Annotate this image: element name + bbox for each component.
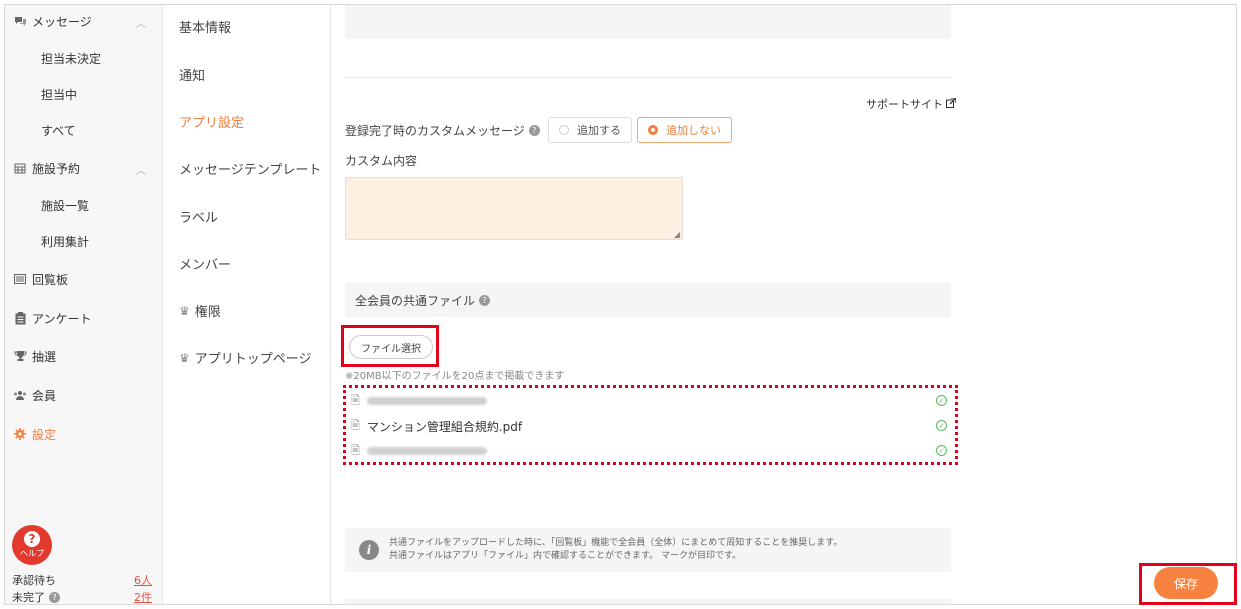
menu-item-labels[interactable]: ラベル bbox=[179, 207, 218, 226]
menu-item-app-top-page[interactable]: ♛ アプリトップページ bbox=[179, 348, 312, 368]
radio-checked-icon bbox=[648, 125, 658, 135]
file-name: マンション管理組合規約.pdf bbox=[366, 419, 523, 434]
sidebar-subitem-all[interactable]: すべて bbox=[41, 122, 76, 139]
radio-add[interactable]: 追加する bbox=[548, 117, 632, 143]
stat-pending-approval: 承認待ち 6人 bbox=[12, 572, 152, 588]
redacted-filename bbox=[366, 447, 487, 455]
top-note-panel bbox=[345, 5, 951, 39]
stat-label-wrap: 未完了 ? bbox=[12, 589, 60, 604]
board-icon bbox=[13, 272, 27, 286]
custom-message-label: 登録完了時のカスタムメッセージ ? bbox=[345, 122, 540, 139]
info-line-1: 共通ファイルをアップロードした時に、「回覧板」機能で全会員（全体）にまとめて周知… bbox=[389, 538, 843, 548]
check-circle-icon: ✓ bbox=[936, 395, 947, 406]
question-icon[interactable]: ? bbox=[479, 294, 491, 306]
file-row[interactable]: 🗎 マンション管理組合規約.pdf ✓ bbox=[351, 416, 951, 436]
info-icon: i bbox=[359, 540, 379, 560]
info-text: 共通ファイルをアップロードした時に、「回覧板」機能で全会員（全体）にまとめて周知… bbox=[389, 537, 842, 563]
people-icon bbox=[13, 388, 27, 402]
resize-handle-icon[interactable]: ◢ bbox=[674, 230, 680, 239]
sidebar-subitem-facility-list[interactable]: 施設一覧 bbox=[41, 197, 89, 214]
menu-item-label: アプリトップページ bbox=[194, 352, 312, 367]
menu-item-notifications[interactable]: 通知 bbox=[179, 65, 205, 84]
support-site-link[interactable]: サポートサイト bbox=[866, 96, 957, 112]
stat-value-link[interactable]: 6人 bbox=[134, 572, 152, 588]
question-icon[interactable]: ? bbox=[528, 125, 540, 136]
menu-item-label: 権限 bbox=[194, 305, 221, 320]
file-select-button[interactable]: ファイル選択 bbox=[349, 335, 433, 359]
stat-label: 承認待ち bbox=[12, 574, 56, 587]
check-circle-icon: ✓ bbox=[936, 445, 947, 456]
help-button[interactable]: ? ヘルプ bbox=[12, 525, 52, 565]
sidebar-subitem-usage[interactable]: 利用集計 bbox=[41, 233, 89, 250]
document-icon: 🗎 bbox=[351, 393, 360, 407]
crown-icon: ♛ bbox=[179, 303, 190, 318]
sidebar-item-facility[interactable]: 施設予約 bbox=[13, 156, 80, 180]
check-circle-icon: ✓ bbox=[936, 420, 947, 431]
question-icon[interactable]: ? bbox=[49, 591, 60, 603]
custom-content-textarea[interactable]: ◢ bbox=[345, 177, 683, 240]
menu-item-app-settings[interactable]: アプリ設定 bbox=[179, 112, 244, 131]
clipboard-icon bbox=[13, 311, 27, 325]
sidebar-item-label: 設定 bbox=[32, 427, 57, 442]
custom-content-label: カスタム内容 bbox=[345, 154, 418, 168]
support-site-label: サポートサイト bbox=[866, 98, 943, 111]
menu-item-members[interactable]: メンバー bbox=[179, 254, 231, 273]
custom-message-label-text: 登録完了時のカスタムメッセージ bbox=[345, 124, 525, 138]
divider bbox=[345, 77, 951, 78]
crown-icon: ♛ bbox=[179, 350, 190, 365]
sidebar-item-messages[interactable]: メッセージ bbox=[13, 9, 92, 33]
info-notice: i 共通ファイルをアップロードした時に、「回覧板」機能で全会員（全体）にまとめて… bbox=[345, 528, 951, 572]
chat-icon bbox=[13, 14, 27, 28]
sidebar-item-label: 会員 bbox=[32, 388, 57, 403]
menu-item-permissions[interactable]: ♛ 権限 bbox=[179, 301, 221, 321]
file-limit-note: ※20MB以下のファイルを20点まで掲載できます bbox=[345, 371, 565, 382]
sidebar-item-lottery[interactable]: 抽選 bbox=[13, 344, 56, 368]
menu-item-message-templates[interactable]: メッセージテンプレート bbox=[179, 159, 321, 178]
stat-incomplete: 未完了 ? 2件 bbox=[12, 589, 152, 604]
sidebar-item-settings[interactable]: 設定 bbox=[13, 422, 56, 446]
redacted-filename bbox=[366, 397, 487, 405]
shared-files-header: 全会員の共通ファイル ? bbox=[345, 283, 951, 317]
sidebar-item-label: アンケート bbox=[32, 311, 92, 326]
sidebar-item-label: 施設予約 bbox=[32, 161, 81, 176]
info-line-2: 共通ファイルはアプリ「ファイル」内で確認することができます。 マークが目印です。 bbox=[389, 551, 742, 561]
sidebar-item-survey[interactable]: アンケート bbox=[13, 306, 92, 330]
stat-label: 未完了 bbox=[12, 591, 45, 604]
sidebar-item-label: メッセージ bbox=[32, 14, 92, 29]
sidebar-item-circular[interactable]: 回覧板 bbox=[13, 267, 68, 291]
menu-item-basic-info[interactable]: 基本情報 bbox=[179, 17, 231, 36]
gear-icon bbox=[13, 427, 27, 441]
radio-unchecked-icon bbox=[559, 125, 569, 135]
radio-no-add[interactable]: 追加しない bbox=[637, 117, 732, 143]
help-label: ヘルプ bbox=[20, 549, 44, 558]
file-row[interactable]: 🗎 ✓ bbox=[351, 441, 951, 461]
settings-menu: 基本情報 通知 アプリ設定 メッセージテンプレート ラベル メンバー ♛ 権限 … bbox=[163, 5, 331, 604]
sidebar-subitem-assigned[interactable]: 担当中 bbox=[41, 86, 77, 103]
sidebar-item-members[interactable]: 会員 bbox=[13, 383, 56, 407]
radio-add-label: 追加する bbox=[577, 124, 621, 137]
document-icon: 🗎 bbox=[351, 418, 360, 432]
save-button[interactable]: 保存 bbox=[1154, 567, 1218, 599]
chevron-up-icon[interactable]: ︿ bbox=[136, 15, 146, 30]
document-icon: 🗎 bbox=[351, 443, 360, 457]
external-link-icon bbox=[946, 96, 957, 111]
shared-files-label: 全会員の共通ファイル bbox=[355, 293, 476, 308]
sidebar-item-label: 抽選 bbox=[32, 349, 57, 364]
stat-value-link[interactable]: 2件 bbox=[134, 589, 152, 604]
trophy-icon bbox=[13, 349, 27, 363]
calendar-icon bbox=[13, 161, 27, 175]
sidebar: メッセージ ︿ 担当未決定 担当中 すべて 施設予約 ︿ 施設一覧 利用集計 回… bbox=[5, 5, 163, 604]
question-icon: ? bbox=[24, 531, 40, 547]
bottom-panel bbox=[345, 599, 951, 604]
radio-no-add-label: 追加しない bbox=[666, 124, 721, 137]
sidebar-item-label: 回覧板 bbox=[32, 272, 69, 287]
chevron-up-icon[interactable]: ︿ bbox=[136, 162, 146, 177]
main-content: サポートサイト 登録完了時のカスタムメッセージ ? 追加する 追加しない カスタ… bbox=[331, 5, 1236, 604]
app-window: メッセージ ︿ 担当未決定 担当中 すべて 施設予約 ︿ 施設一覧 利用集計 回… bbox=[4, 4, 1237, 605]
file-row[interactable]: 🗎 ✓ bbox=[351, 391, 951, 411]
sidebar-subitem-unassigned[interactable]: 担当未決定 bbox=[41, 50, 101, 67]
